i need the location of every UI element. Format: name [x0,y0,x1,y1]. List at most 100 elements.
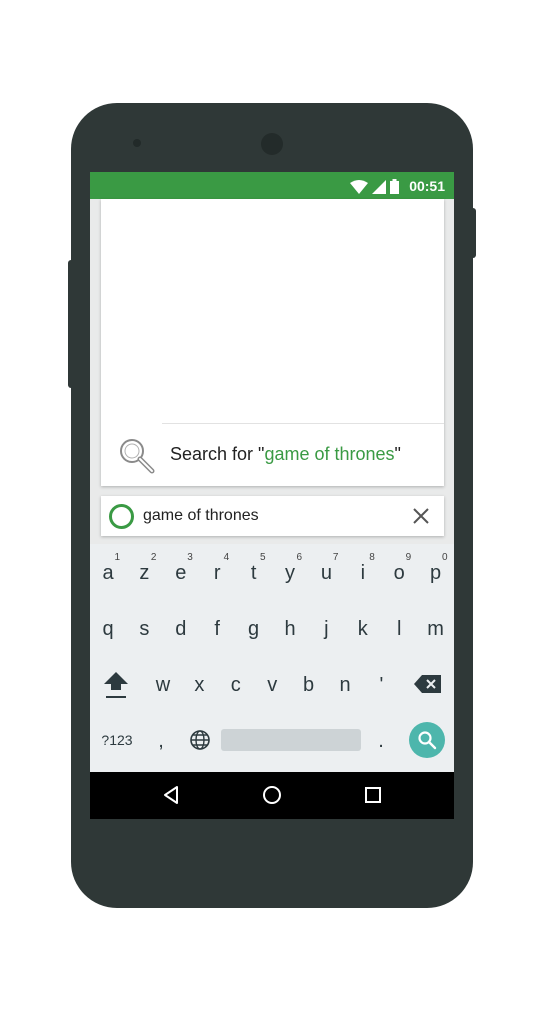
key-x[interactable]: x [181,656,217,712]
key-number-hint: 4 [223,552,230,563]
key-v[interactable]: v [254,656,290,712]
key-label: b [303,674,315,696]
key-b[interactable]: b [291,656,327,712]
key-label: d [175,618,187,640]
symbols-label: ?123 [101,732,133,748]
key-label: t [250,562,257,584]
search-key[interactable] [406,712,446,768]
key-label: o [393,562,405,584]
home-icon[interactable] [259,782,285,808]
suggestion-prefix: Search for " [170,444,265,464]
navigation-bar [90,772,454,819]
key-d[interactable]: d [163,600,199,656]
key-l[interactable]: l [381,600,417,656]
keyboard: a1z2e3r4t5y6u7i8o9p0 qsdfghjklm w x c v b n ' … [90,544,454,772]
key-r[interactable]: r4 [199,544,235,600]
status-time: 00:51 [409,178,445,194]
backspace-icon [414,675,441,693]
period-label: . [378,730,384,752]
search-bar [101,496,444,536]
recents-icon[interactable] [360,782,386,808]
close-icon[interactable] [412,507,430,525]
wifi-icon [350,180,368,194]
globe-icon [190,730,210,750]
key-o[interactable]: o9 [381,544,417,600]
symbols-key[interactable]: ?123 [96,712,138,768]
key-e[interactable]: e3 [163,544,199,600]
key-label: q [102,618,114,640]
key-apostrophe[interactable]: ' [363,656,399,712]
key-label: x [194,674,205,696]
key-number-hint: 2 [150,552,157,563]
suggestion-query: game of thrones [264,444,395,464]
shift-arrow-icon [104,672,128,698]
suggestions-card: Search for "game of thrones" [101,199,444,486]
search-suggestion[interactable]: Search for "game of thrones" [101,424,444,484]
key-t[interactable]: t5 [236,544,272,600]
keyboard-row-3: w x c v b n ' [90,656,454,712]
key-h[interactable]: h [272,600,308,656]
key-label: m [427,618,444,640]
signal-icon [372,180,386,194]
key-number-hint: 0 [442,552,448,563]
shift-key[interactable] [98,656,134,712]
key-i[interactable]: i8 [345,544,381,600]
key-z[interactable]: z2 [126,544,162,600]
volume-button [68,260,74,388]
suggestion-suffix: " [394,444,401,464]
battery-icon [390,179,399,194]
key-g[interactable]: g [236,600,272,656]
key-n[interactable]: n [327,656,363,712]
status-ring-icon [109,504,134,529]
comma-label: , [158,730,164,752]
key-p[interactable]: p0 [418,544,454,600]
key-c[interactable]: c [218,656,254,712]
key-m[interactable]: m [418,600,454,656]
key-number-hint: 8 [369,552,375,563]
key-label: r [213,562,221,584]
key-w[interactable]: w [145,656,181,712]
key-s[interactable]: s [126,600,162,656]
magnifier-icon [120,439,155,474]
key-label: f [214,618,220,640]
front-camera [261,133,283,155]
key-label: k [357,618,368,640]
key-label: u [320,562,332,584]
language-key[interactable] [182,712,218,768]
key-label: s [139,618,150,640]
key-label: l [396,618,402,640]
space-bar [221,729,361,751]
key-f[interactable]: f [199,600,235,656]
keyboard-row-4: ?123 , . [90,712,454,768]
space-key[interactable] [220,712,361,768]
comma-key[interactable]: , [146,712,176,768]
key-a[interactable]: a1 [90,544,126,600]
key-label: i [360,562,366,584]
back-icon[interactable] [158,782,184,808]
key-number-hint: 6 [296,552,302,563]
backspace-key[interactable] [410,656,446,712]
key-label: h [284,618,296,640]
power-button [470,208,476,258]
key-label: v [267,674,278,696]
key-label: ' [379,674,384,696]
key-label: z [139,562,150,584]
key-label: g [248,618,260,640]
key-number-hint: 5 [260,552,266,563]
period-key[interactable]: . [366,712,396,768]
search-icon [418,731,437,750]
key-u[interactable]: u7 [308,544,344,600]
keyboard-row-2: q s d f g hjk l m [90,600,454,656]
key-k[interactable]: k [345,600,381,656]
key-label: n [339,674,351,696]
key-q[interactable]: q [90,600,126,656]
key-j[interactable]: j [308,600,344,656]
suggestion-text: Search for "game of thrones" [170,444,401,465]
search-input[interactable] [143,496,393,536]
key-number-hint: 1 [114,552,120,563]
screen: 00:51 Search for "game of thrones" a1z2e… [90,172,454,819]
key-label: a [102,562,114,584]
key-y[interactable]: y6 [272,544,308,600]
key-label: e [175,562,187,584]
key-number-hint: 3 [187,552,193,563]
